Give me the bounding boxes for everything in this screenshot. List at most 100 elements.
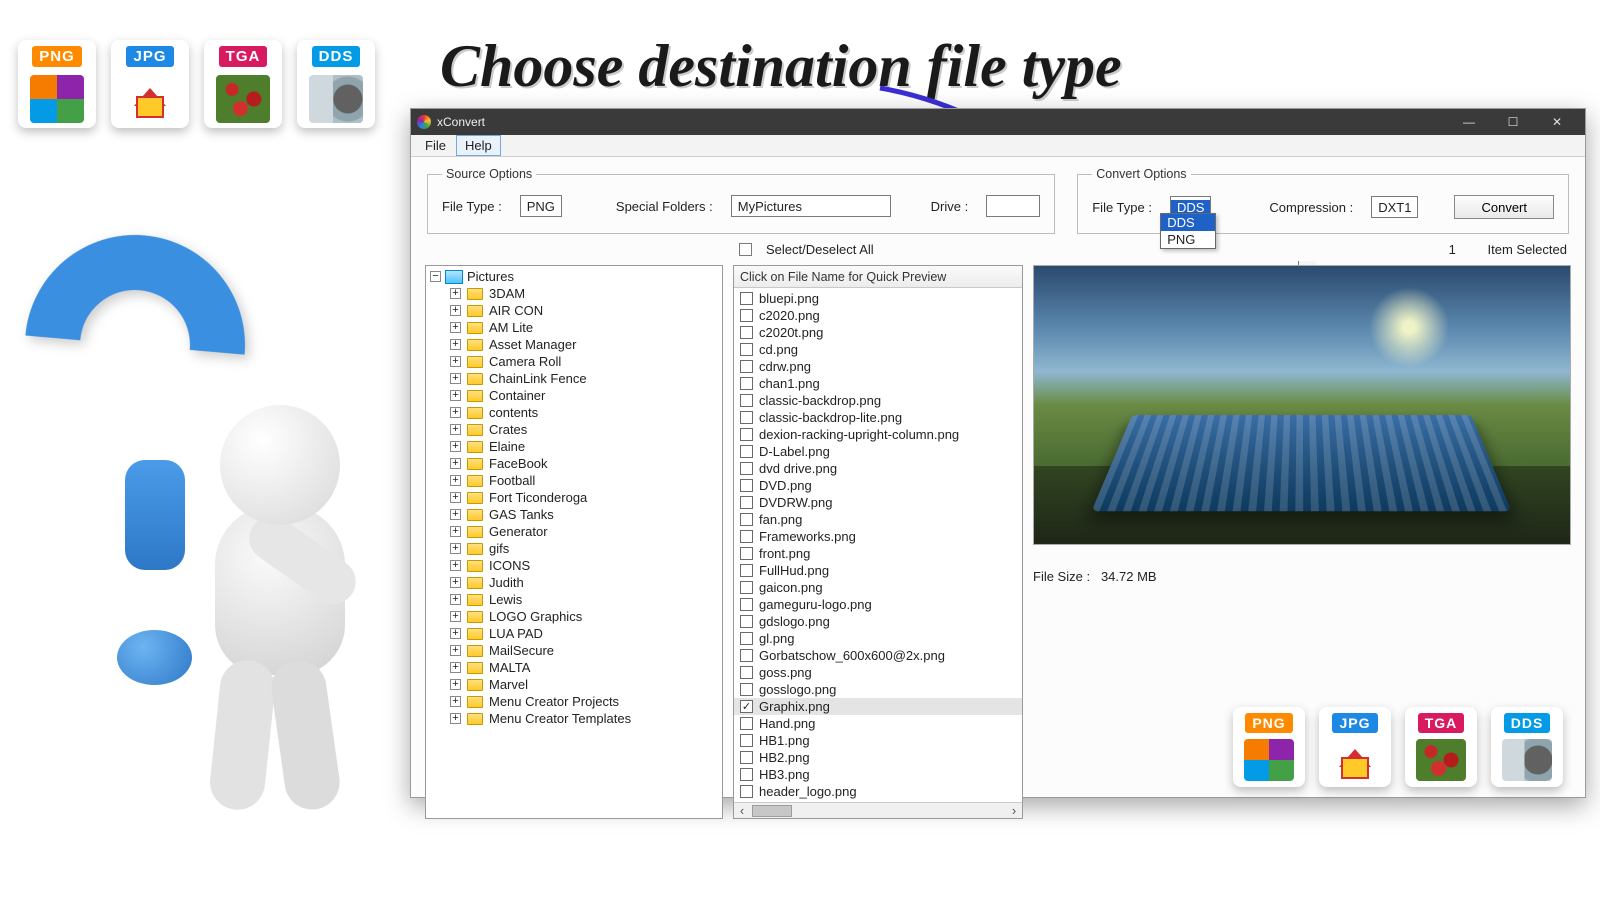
file-row[interactable]: HB2.png xyxy=(734,749,1022,766)
minimize-button[interactable]: — xyxy=(1447,109,1491,135)
expand-icon[interactable]: + xyxy=(450,305,461,316)
tree-item[interactable]: +Generator xyxy=(448,523,722,540)
scrollbar-thumb[interactable] xyxy=(752,805,792,817)
file-row[interactable]: c2020t.png xyxy=(734,324,1022,341)
file-row[interactable]: HB3.png xyxy=(734,766,1022,783)
file-checkbox[interactable] xyxy=(740,462,753,475)
menu-file[interactable]: File xyxy=(417,136,454,155)
file-checkbox[interactable] xyxy=(740,394,753,407)
file-row[interactable]: DVDRW.png xyxy=(734,494,1022,511)
expand-icon[interactable]: + xyxy=(450,475,461,486)
expand-icon[interactable]: + xyxy=(450,577,461,588)
file-checkbox[interactable] xyxy=(740,632,753,645)
file-checkbox[interactable] xyxy=(740,343,753,356)
file-checkbox[interactable] xyxy=(740,445,753,458)
file-checkbox[interactable] xyxy=(740,785,753,798)
expand-icon[interactable]: + xyxy=(450,679,461,690)
tree-item[interactable]: +FaceBook xyxy=(448,455,722,472)
file-checkbox[interactable] xyxy=(740,649,753,662)
tree-item[interactable]: +ChainLink Fence xyxy=(448,370,722,387)
file-row[interactable]: Gorbatschow_600x600@2x.png xyxy=(734,647,1022,664)
file-checkbox[interactable] xyxy=(740,768,753,781)
convert-filetype-dropdown[interactable]: DDS PNG xyxy=(1160,213,1216,249)
file-row[interactable]: dvd drive.png xyxy=(734,460,1022,477)
file-row[interactable]: gameguru-logo.png xyxy=(734,596,1022,613)
tree-item[interactable]: +Judith xyxy=(448,574,722,591)
titlebar[interactable]: xConvert — ☐ ✕ xyxy=(411,109,1585,135)
file-row[interactable]: classic-backdrop-lite.png xyxy=(734,409,1022,426)
dropdown-option-png[interactable]: PNG xyxy=(1161,231,1215,248)
file-row[interactable]: FullHud.png xyxy=(734,562,1022,579)
close-button[interactable]: ✕ xyxy=(1535,109,1579,135)
file-row[interactable]: Graphix.png xyxy=(734,698,1022,715)
tree-item[interactable]: +Lewis xyxy=(448,591,722,608)
expand-icon[interactable]: + xyxy=(450,390,461,401)
tree-item[interactable]: +gifs xyxy=(448,540,722,557)
tree-item[interactable]: +AIR CON xyxy=(448,302,722,319)
tree-item[interactable]: +Elaine xyxy=(448,438,722,455)
file-checkbox[interactable] xyxy=(740,547,753,560)
file-row[interactable]: chan1.png xyxy=(734,375,1022,392)
file-row[interactable]: gdslogo.png xyxy=(734,613,1022,630)
file-checkbox[interactable] xyxy=(740,564,753,577)
expand-icon[interactable]: + xyxy=(450,458,461,469)
file-checkbox[interactable] xyxy=(740,411,753,424)
expand-icon[interactable]: + xyxy=(450,356,461,367)
scroll-right-icon[interactable]: › xyxy=(1006,803,1022,818)
file-checkbox[interactable] xyxy=(740,309,753,322)
file-checkbox[interactable] xyxy=(740,598,753,611)
maximize-button[interactable]: ☐ xyxy=(1491,109,1535,135)
tree-item[interactable]: +AM Lite xyxy=(448,319,722,336)
file-checkbox[interactable] xyxy=(740,717,753,730)
file-row[interactable]: front.png xyxy=(734,545,1022,562)
file-checkbox[interactable] xyxy=(740,734,753,747)
convert-button[interactable]: Convert xyxy=(1454,195,1554,219)
file-row[interactable]: classic-backdrop.png xyxy=(734,392,1022,409)
expand-icon[interactable]: + xyxy=(450,662,461,673)
expand-icon[interactable]: + xyxy=(450,441,461,452)
file-checkbox[interactable] xyxy=(740,581,753,594)
expand-icon[interactable]: + xyxy=(450,526,461,537)
drive-combo[interactable] xyxy=(986,195,1040,217)
file-row[interactable]: gaicon.png xyxy=(734,579,1022,596)
file-checkbox[interactable] xyxy=(740,360,753,373)
file-checkbox[interactable] xyxy=(740,615,753,628)
file-checkbox[interactable] xyxy=(740,683,753,696)
file-row[interactable]: fan.png xyxy=(734,511,1022,528)
file-checkbox[interactable] xyxy=(740,326,753,339)
expand-icon[interactable]: + xyxy=(450,713,461,724)
menu-help[interactable]: Help xyxy=(456,135,501,156)
file-row[interactable]: HB1.png xyxy=(734,732,1022,749)
tree-item[interactable]: +LUA PAD xyxy=(448,625,722,642)
expand-icon[interactable]: + xyxy=(450,611,461,622)
file-checkbox[interactable] xyxy=(740,479,753,492)
tree-item[interactable]: +LOGO Graphics xyxy=(448,608,722,625)
file-row[interactable]: bluepi.png xyxy=(734,290,1022,307)
expand-icon[interactable]: + xyxy=(450,594,461,605)
file-checkbox[interactable] xyxy=(740,292,753,305)
file-row[interactable]: c2020.png xyxy=(734,307,1022,324)
file-checkbox[interactable] xyxy=(740,496,753,509)
expand-icon[interactable]: + xyxy=(450,696,461,707)
horizontal-scrollbar[interactable]: ‹ › xyxy=(734,802,1022,818)
file-row[interactable]: goss.png xyxy=(734,664,1022,681)
file-row[interactable]: D-Label.png xyxy=(734,443,1022,460)
tree-root[interactable]: − Pictures xyxy=(426,268,722,285)
expand-icon[interactable]: + xyxy=(450,322,461,333)
tree-item[interactable]: +Container xyxy=(448,387,722,404)
tree-item[interactable]: +ICONS xyxy=(448,557,722,574)
file-row[interactable]: cdrw.png xyxy=(734,358,1022,375)
tree-item[interactable]: +Football xyxy=(448,472,722,489)
expand-icon[interactable]: + xyxy=(450,509,461,520)
tree-item[interactable]: +Marvel xyxy=(448,676,722,693)
expand-icon[interactable]: + xyxy=(450,407,461,418)
expand-icon[interactable]: + xyxy=(450,373,461,384)
expand-icon[interactable]: + xyxy=(450,560,461,571)
file-list-scroll[interactable]: bluepi.pngc2020.pngc2020t.pngcd.pngcdrw.… xyxy=(734,288,1022,802)
tree-item[interactable]: +contents xyxy=(448,404,722,421)
collapse-icon[interactable]: − xyxy=(430,271,441,282)
expand-icon[interactable]: + xyxy=(450,339,461,350)
file-row[interactable]: header_logo.png xyxy=(734,783,1022,800)
source-filetype-combo[interactable]: PNG xyxy=(520,195,562,217)
tree-item[interactable]: +Menu Creator Templates xyxy=(448,710,722,727)
